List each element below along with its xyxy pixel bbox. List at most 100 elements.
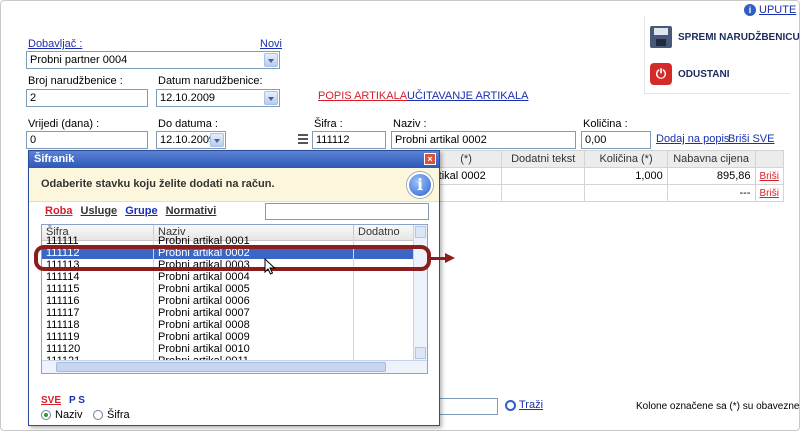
items-table: (*) Dodatni tekst Količina (*) Nabavna c… [429,150,785,202]
table-row: --- Briši [429,184,785,202]
chevron-down-icon [264,91,278,105]
item-extra [354,319,415,331]
tab-groups[interactable]: Grupe [125,205,157,217]
close-icon[interactable]: × [424,153,436,165]
help-link[interactable]: i UPUTE [744,4,796,16]
cancel-button[interactable]: ⏻ ODUSTANI [650,63,729,85]
dialog-title: Šifranik [34,153,75,165]
new-supplier-link[interactable]: Novi [260,38,282,50]
code-label: Šifra : [314,118,343,130]
item-code: 111118 [42,319,154,331]
search-input[interactable] [438,398,498,415]
delete-row-link[interactable]: Briši [760,171,779,182]
item-code: 111117 [42,307,154,319]
item-name: Probni artikal 0005 [154,283,354,295]
save-order-button[interactable]: SPREMI NARUDŽBENICU [650,26,800,48]
radio-checked [41,410,51,420]
article-list-link[interactable]: POPIS ARTIKALA [318,90,407,102]
valid-days-label: Vrijedi (dana) : [28,118,100,130]
sort-by-name-radio[interactable]: Naziv [41,409,83,421]
dialog-search-input[interactable] [265,203,429,220]
tab-goods[interactable]: Roba [45,205,73,217]
name-label: Naziv : [393,118,427,130]
item-extra [354,271,415,283]
dialog-info-bar: Odaberite stavku koju želite dodati na r… [29,168,439,202]
list-item[interactable]: 111118 Probni artikal 0008 [42,319,427,331]
item-price-cell: --- [666,184,756,202]
valid-days-field[interactable]: 0 [26,131,148,149]
power-icon: ⏻ [650,63,672,85]
list-item[interactable]: 111114 Probni artikal 0004 [42,271,427,283]
column-header: (*) [429,150,503,168]
code-field[interactable]: 111112 [312,131,386,149]
dialog-titlebar[interactable]: Šifranik × [29,151,439,168]
arrow-right-icon [445,253,455,263]
list-item[interactable]: 111117 Probni artikal 0007 [42,307,427,319]
list-item[interactable]: 111115 Probni artikal 0005 [42,283,427,295]
name-field[interactable]: Probni artikal 0002 [391,131,576,149]
item-name-cell: rtikal 0002 [429,167,503,185]
supplier-label[interactable]: Dobavljač : [28,38,82,50]
order-number-field[interactable]: 2 [26,89,148,107]
chevron-down-icon [264,53,278,67]
sort-by-code-radio[interactable]: Šifra [93,409,130,421]
column-header: Količina (*) [584,150,668,168]
item-name: Probni artikal 0009 [154,331,354,343]
list-item[interactable]: 111120 Probni artikal 0010 [42,343,427,355]
item-extra [354,307,415,319]
order-date-label: Datum narudžbenice: [158,75,263,87]
horizontal-scrollbar[interactable] [42,360,427,373]
letter-filter: SVE P S [41,395,85,406]
item-name: Probni artikal 0006 [154,295,354,307]
delete-row-link[interactable]: Briši [760,188,779,199]
lookup-dialog: Šifranik × Odaberite stavku koju želite … [28,150,440,426]
item-extra [354,295,415,307]
item-code: 111116 [42,295,154,307]
item-code: 111115 [42,283,154,295]
item-price-cell: 895,86 [666,167,756,185]
search-button[interactable]: Traži [505,399,543,411]
column-header: Dodatni tekst [501,150,586,168]
column-header: Nabavna cijena [666,150,756,168]
order-number-label: Broj narudžbenice : [28,75,123,87]
tab-services[interactable]: Usluge [81,205,118,217]
dialog-tabs: Roba Usluge Grupe Normativi [45,205,216,217]
info-icon: i [407,172,433,198]
table-row: rtikal 0002 1,000 895,86 Briši [429,167,785,185]
item-qty-cell: 1,000 [584,167,668,185]
list-item[interactable]: 111119 Probni artikal 0009 [42,331,427,343]
arrow-shaft [431,257,445,260]
tab-norms[interactable]: Normativi [166,205,217,217]
table-header-row: (*) Dodatni tekst Količina (*) Nabavna c… [429,150,785,168]
floppy-icon [650,26,672,48]
list-item[interactable]: 111116 Probni artikal 0006 [42,295,427,307]
supplier-select[interactable]: Probni partner 0004 [26,51,280,69]
chevron-down-icon [210,133,224,147]
filter-letters[interactable]: P S [69,395,85,406]
item-name: Probni artikal 0010 [154,343,354,355]
until-date-field[interactable]: 12.10.2009 [156,131,226,149]
clear-all-link[interactable]: Briši SVE [728,133,774,145]
radio-unchecked [93,410,103,420]
add-to-list-link[interactable]: Dodaj na popis [656,133,729,145]
filter-all-link[interactable]: SVE [41,395,61,406]
dialog-info-text: Odaberite stavku koju želite dodati na r… [41,178,275,190]
item-extra [354,331,415,343]
magnifier-icon [505,399,516,411]
item-extra [354,343,415,355]
article-import-link[interactable]: UČITAVANJE ARTIKALA [407,90,528,102]
quantity-label: Količina : [583,118,628,130]
list-icon[interactable] [298,134,308,145]
required-note: Kolone označene sa (*) su obavezne [636,401,800,412]
item-code: 111119 [42,331,154,343]
item-code: 111120 [42,343,154,355]
order-date-field[interactable]: 12.10.2009 [156,89,280,107]
item-name: Probni artikal 0004 [154,271,354,283]
item-extra [354,283,415,295]
item-code: 111114 [42,271,154,283]
info-icon: i [744,4,756,16]
item-name: Probni artikal 0008 [154,319,354,331]
mouse-cursor-icon [264,258,276,275]
quantity-field[interactable]: 0,00 [581,131,651,149]
selection-highlight [34,245,431,271]
